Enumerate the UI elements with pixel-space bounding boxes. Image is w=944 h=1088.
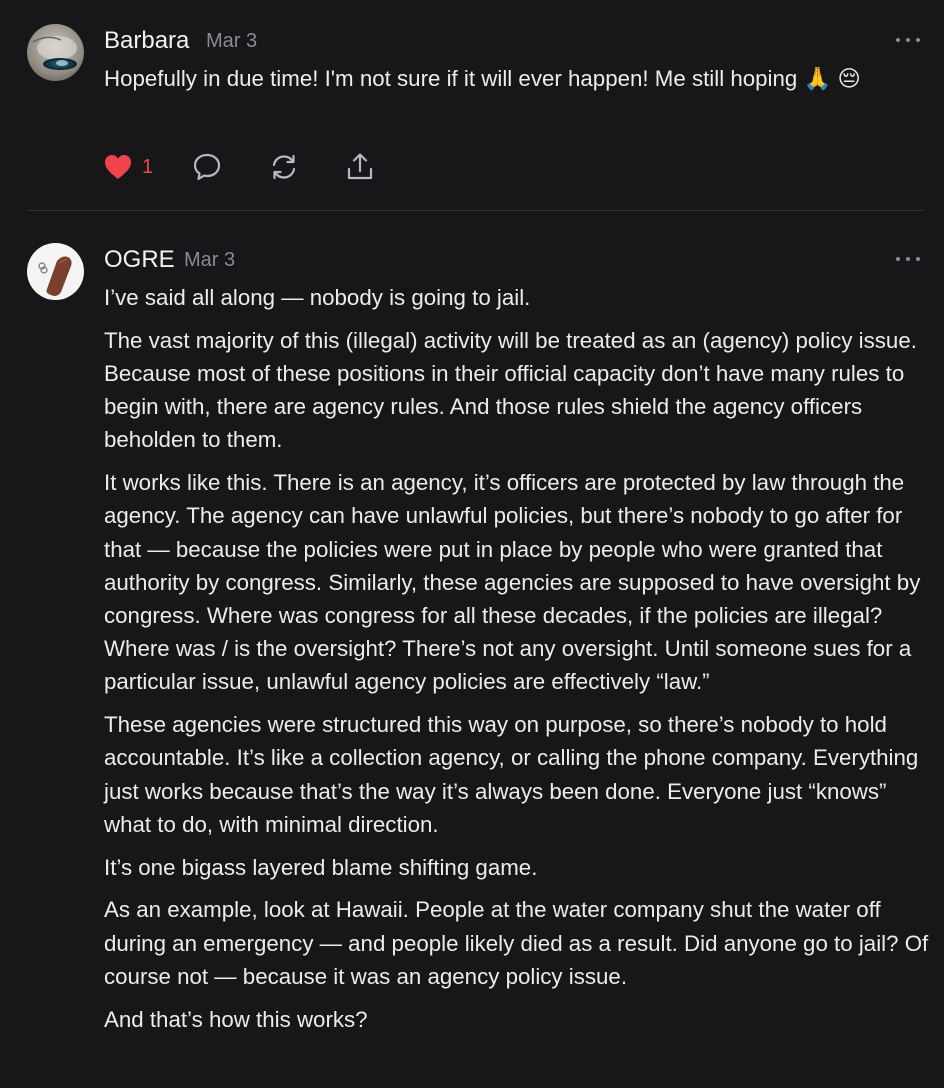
- more-options-button[interactable]: [896, 35, 920, 45]
- comment-icon: [193, 153, 221, 181]
- author-name[interactable]: Barbara: [104, 27, 189, 55]
- comment-body: Hopefully in due time! I'm not sure if i…: [104, 62, 934, 105]
- reply-button[interactable]: [192, 150, 222, 184]
- comment-barbara: Barbara Mar 3 Hopefully in due time! I'm…: [0, 0, 944, 210]
- heart-icon: [105, 155, 131, 179]
- comment-paragraph: As an example, look at Hawaii. People at…: [104, 897, 929, 989]
- avatar[interactable]: [27, 243, 84, 300]
- comment-paragraph: These agencies were structured this way …: [104, 712, 919, 837]
- comment-body: I’ve said all along — nobody is going to…: [104, 281, 934, 1045]
- dot-icon: [896, 38, 900, 42]
- comment-date[interactable]: Mar 3: [184, 249, 235, 272]
- comment-date[interactable]: Mar 3: [206, 30, 257, 53]
- like-button[interactable]: 1: [104, 150, 153, 184]
- comment-paragraph: And that’s how this works?: [104, 1006, 368, 1032]
- dot-icon: [906, 257, 910, 261]
- like-count: 1: [142, 155, 154, 178]
- dot-icon: [906, 38, 910, 42]
- comment-text: Hopefully in due time! I'm not sure if i…: [104, 66, 861, 91]
- dot-icon: [916, 38, 920, 42]
- dot-icon: [916, 257, 920, 261]
- author-name[interactable]: OGRE: [104, 246, 175, 274]
- restack-button[interactable]: [269, 150, 299, 184]
- refresh-icon: [272, 154, 296, 180]
- comment-ogre: OGRE Mar 3 I’ve said all along — nobody …: [0, 211, 944, 1088]
- comment-paragraph: The vast majority of this (illegal) acti…: [104, 327, 917, 453]
- share-button[interactable]: [345, 150, 375, 184]
- leather-keychain-avatar-icon: [27, 243, 84, 300]
- more-options-button[interactable]: [896, 254, 920, 264]
- marble-sphere-avatar-icon: [27, 24, 84, 81]
- share-icon: [347, 153, 373, 180]
- dot-icon: [896, 257, 900, 261]
- avatar[interactable]: [27, 24, 84, 81]
- comment-paragraph: It’s one bigass layered blame shifting g…: [104, 854, 538, 880]
- comment-paragraph: It works like this. There is an agency, …: [104, 470, 921, 695]
- comment-paragraph: I’ve said all along — nobody is going to…: [104, 285, 531, 310]
